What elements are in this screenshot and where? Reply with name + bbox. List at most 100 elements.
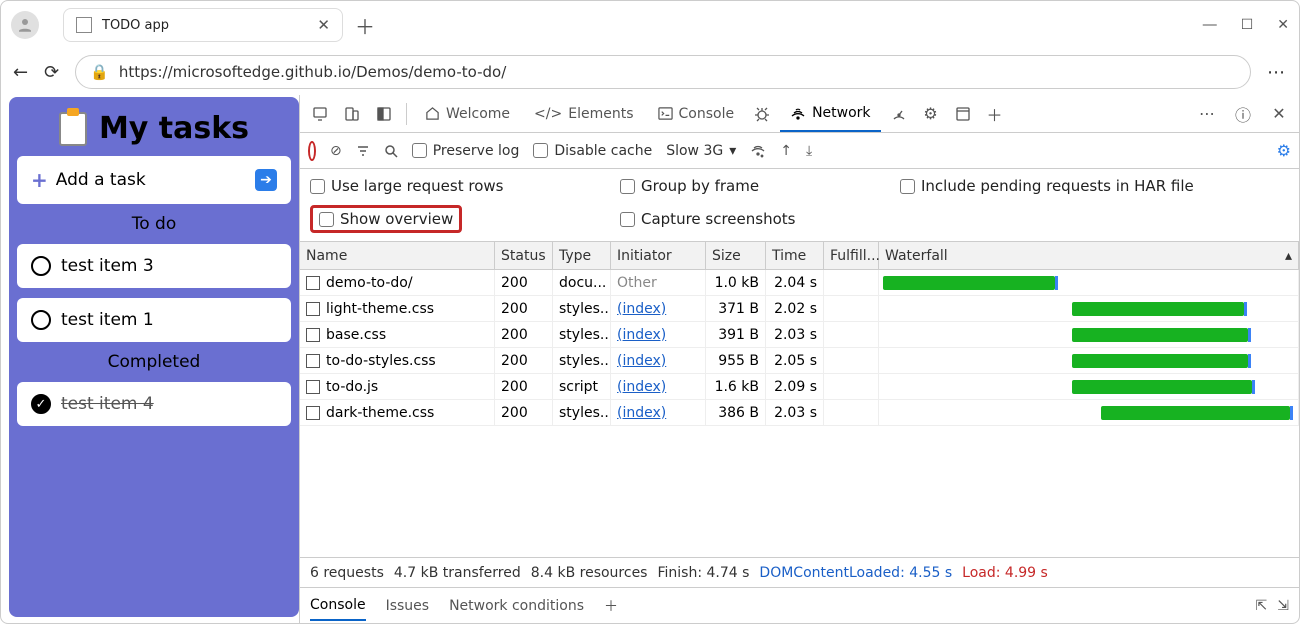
dock-icon[interactable]	[370, 106, 398, 122]
browser-menu-button[interactable]: ⋯	[1267, 62, 1287, 83]
tab-welcome[interactable]: Welcome	[415, 95, 520, 132]
task-checkbox-checked[interactable]: ✓	[31, 394, 51, 414]
lock-icon: 🔒	[90, 63, 109, 81]
col-size[interactable]: Size	[706, 242, 766, 269]
drawer-tab-network-conditions[interactable]: Network conditions	[449, 598, 584, 614]
new-tab-button[interactable]: ＋	[355, 11, 375, 40]
window-maximize-icon[interactable]: ☐	[1241, 17, 1254, 33]
devtools-drawer: Console Issues Network conditions ＋ ⇱ ⇲	[300, 587, 1299, 623]
refresh-button[interactable]: ⟳	[44, 62, 59, 83]
settings-gear-icon[interactable]: ⚙	[917, 104, 945, 123]
initiator-link[interactable]: (index)	[617, 379, 666, 395]
disable-cache-checkbox[interactable]: Disable cache	[533, 143, 652, 159]
filter-icon[interactable]	[356, 144, 370, 158]
drawer-collapse-icon[interactable]: ⇲	[1277, 598, 1289, 614]
search-icon[interactable]	[384, 144, 398, 158]
waterfall-bar	[1072, 328, 1248, 342]
preserve-log-checkbox[interactable]: Preserve log	[412, 143, 520, 159]
network-table: Name Status Type Initiator Size Time Ful…	[300, 242, 1299, 587]
task-item[interactable]: test item 1	[17, 298, 291, 342]
initiator-link[interactable]: (index)	[617, 327, 666, 343]
task-checkbox[interactable]	[31, 256, 51, 276]
throttling-select[interactable]: Slow 3G ▾	[666, 143, 736, 159]
app-icon[interactable]	[949, 106, 977, 122]
tab-console[interactable]: Console	[648, 95, 745, 132]
pending-har-checkbox[interactable]: Include pending requests in HAR file	[900, 177, 1289, 195]
network-row[interactable]: light-theme.css200styles...(index)371 B2…	[300, 296, 1299, 322]
network-footer: 6 requests 4.7 kB transferred 8.4 kB res…	[300, 557, 1299, 587]
add-tab-icon[interactable]: ＋	[981, 102, 1009, 126]
more-tools-icon[interactable]: ⋯	[1193, 104, 1221, 123]
performance-icon[interactable]	[885, 106, 913, 122]
waterfall-bar	[1072, 354, 1248, 368]
task-checkbox[interactable]	[31, 310, 51, 330]
add-task-input[interactable]: + Add a task ➔	[17, 156, 291, 204]
device-icon[interactable]	[338, 106, 366, 122]
initiator-link[interactable]: (index)	[617, 301, 666, 317]
clear-button[interactable]: ⊘	[330, 143, 342, 159]
help-icon[interactable]: ⓘ	[1229, 102, 1257, 126]
col-status[interactable]: Status	[495, 242, 553, 269]
network-table-body[interactable]: demo-to-do/200docu...Other1.0 kB2.04 sli…	[300, 270, 1299, 557]
drawer-add-icon[interactable]: ＋	[604, 596, 618, 616]
tab-close-icon[interactable]: ✕	[317, 16, 330, 34]
devtools-close-icon[interactable]: ✕	[1265, 104, 1293, 123]
initiator-link[interactable]: (index)	[617, 405, 666, 421]
large-rows-checkbox[interactable]: Use large request rows	[310, 177, 620, 195]
back-button[interactable]: ←	[13, 62, 28, 83]
window-minimize-icon[interactable]: ―	[1203, 17, 1217, 33]
drawer-expand-icon[interactable]: ⇱	[1256, 598, 1268, 614]
completed-section-label: Completed	[17, 352, 291, 372]
col-fulfilled[interactable]: Fulfill...	[824, 242, 879, 269]
network-options: Use large request rows Group by frame In…	[300, 169, 1299, 242]
col-time[interactable]: Time	[766, 242, 824, 269]
code-icon: </>	[534, 106, 562, 122]
profile-avatar[interactable]	[11, 11, 39, 39]
col-initiator[interactable]: Initiator	[611, 242, 706, 269]
show-overview-checkbox[interactable]: Show overview	[310, 205, 462, 233]
tab-network[interactable]: Network	[780, 95, 880, 132]
initiator-link[interactable]: (index)	[617, 353, 666, 369]
file-icon	[306, 276, 320, 290]
waterfall-bar	[1072, 302, 1244, 316]
bug-icon[interactable]	[748, 106, 776, 122]
waterfall-bar	[1072, 380, 1252, 394]
devtools-tabbar: Welcome </> Elements Console Network ⚙	[300, 95, 1299, 133]
todo-section-label: To do	[17, 214, 291, 234]
network-row[interactable]: to-do.js200script(index)1.6 kB2.09 s	[300, 374, 1299, 400]
file-icon	[306, 380, 320, 394]
network-row[interactable]: to-do-styles.css200styles...(index)955 B…	[300, 348, 1299, 374]
sort-icon: ▴	[1285, 248, 1292, 264]
network-toolbar: ⊘ Preserve log Disable cache Slow 3G ▾ ↑…	[300, 133, 1299, 169]
network-row[interactable]: base.css200styles...(index)391 B2.03 s	[300, 322, 1299, 348]
inspect-icon[interactable]	[306, 106, 334, 122]
network-row[interactable]: dark-theme.css200styles...(index)386 B2.…	[300, 400, 1299, 426]
tab-elements[interactable]: </> Elements	[524, 95, 643, 132]
record-button[interactable]	[308, 143, 316, 159]
url-text: https://microsoftedge.github.io/Demos/de…	[119, 63, 506, 81]
network-table-header: Name Status Type Initiator Size Time Ful…	[300, 242, 1299, 270]
drawer-tab-console[interactable]: Console	[310, 597, 366, 621]
col-name[interactable]: Name	[300, 242, 495, 269]
submit-task-button[interactable]: ➔	[255, 169, 277, 191]
navigation-bar: ← ⟳ 🔒 https://microsoftedge.github.io/De…	[1, 49, 1299, 95]
task-item-done[interactable]: ✓ test item 4	[17, 382, 291, 426]
address-bar[interactable]: 🔒 https://microsoftedge.github.io/Demos/…	[75, 55, 1251, 89]
download-icon[interactable]: ⤓	[806, 143, 812, 159]
group-by-frame-checkbox[interactable]: Group by frame	[620, 177, 900, 195]
browser-tab[interactable]: TODO app ✕	[63, 8, 343, 42]
upload-icon[interactable]: ↑	[780, 143, 792, 159]
devtools: Welcome </> Elements Console Network ⚙	[299, 95, 1299, 623]
capture-screenshots-checkbox[interactable]: Capture screenshots	[620, 205, 900, 233]
file-icon	[306, 354, 320, 368]
window-close-icon[interactable]: ✕	[1277, 17, 1289, 33]
task-item[interactable]: test item 3	[17, 244, 291, 288]
col-waterfall[interactable]: Waterfall▴	[879, 242, 1299, 269]
drawer-tab-issues[interactable]: Issues	[386, 598, 430, 614]
tab-favicon	[76, 17, 92, 33]
network-settings-icon[interactable]: ⚙	[1277, 141, 1291, 160]
file-icon	[306, 302, 320, 316]
wifi-settings-icon[interactable]	[750, 143, 766, 159]
network-row[interactable]: demo-to-do/200docu...Other1.0 kB2.04 s	[300, 270, 1299, 296]
col-type[interactable]: Type	[553, 242, 611, 269]
